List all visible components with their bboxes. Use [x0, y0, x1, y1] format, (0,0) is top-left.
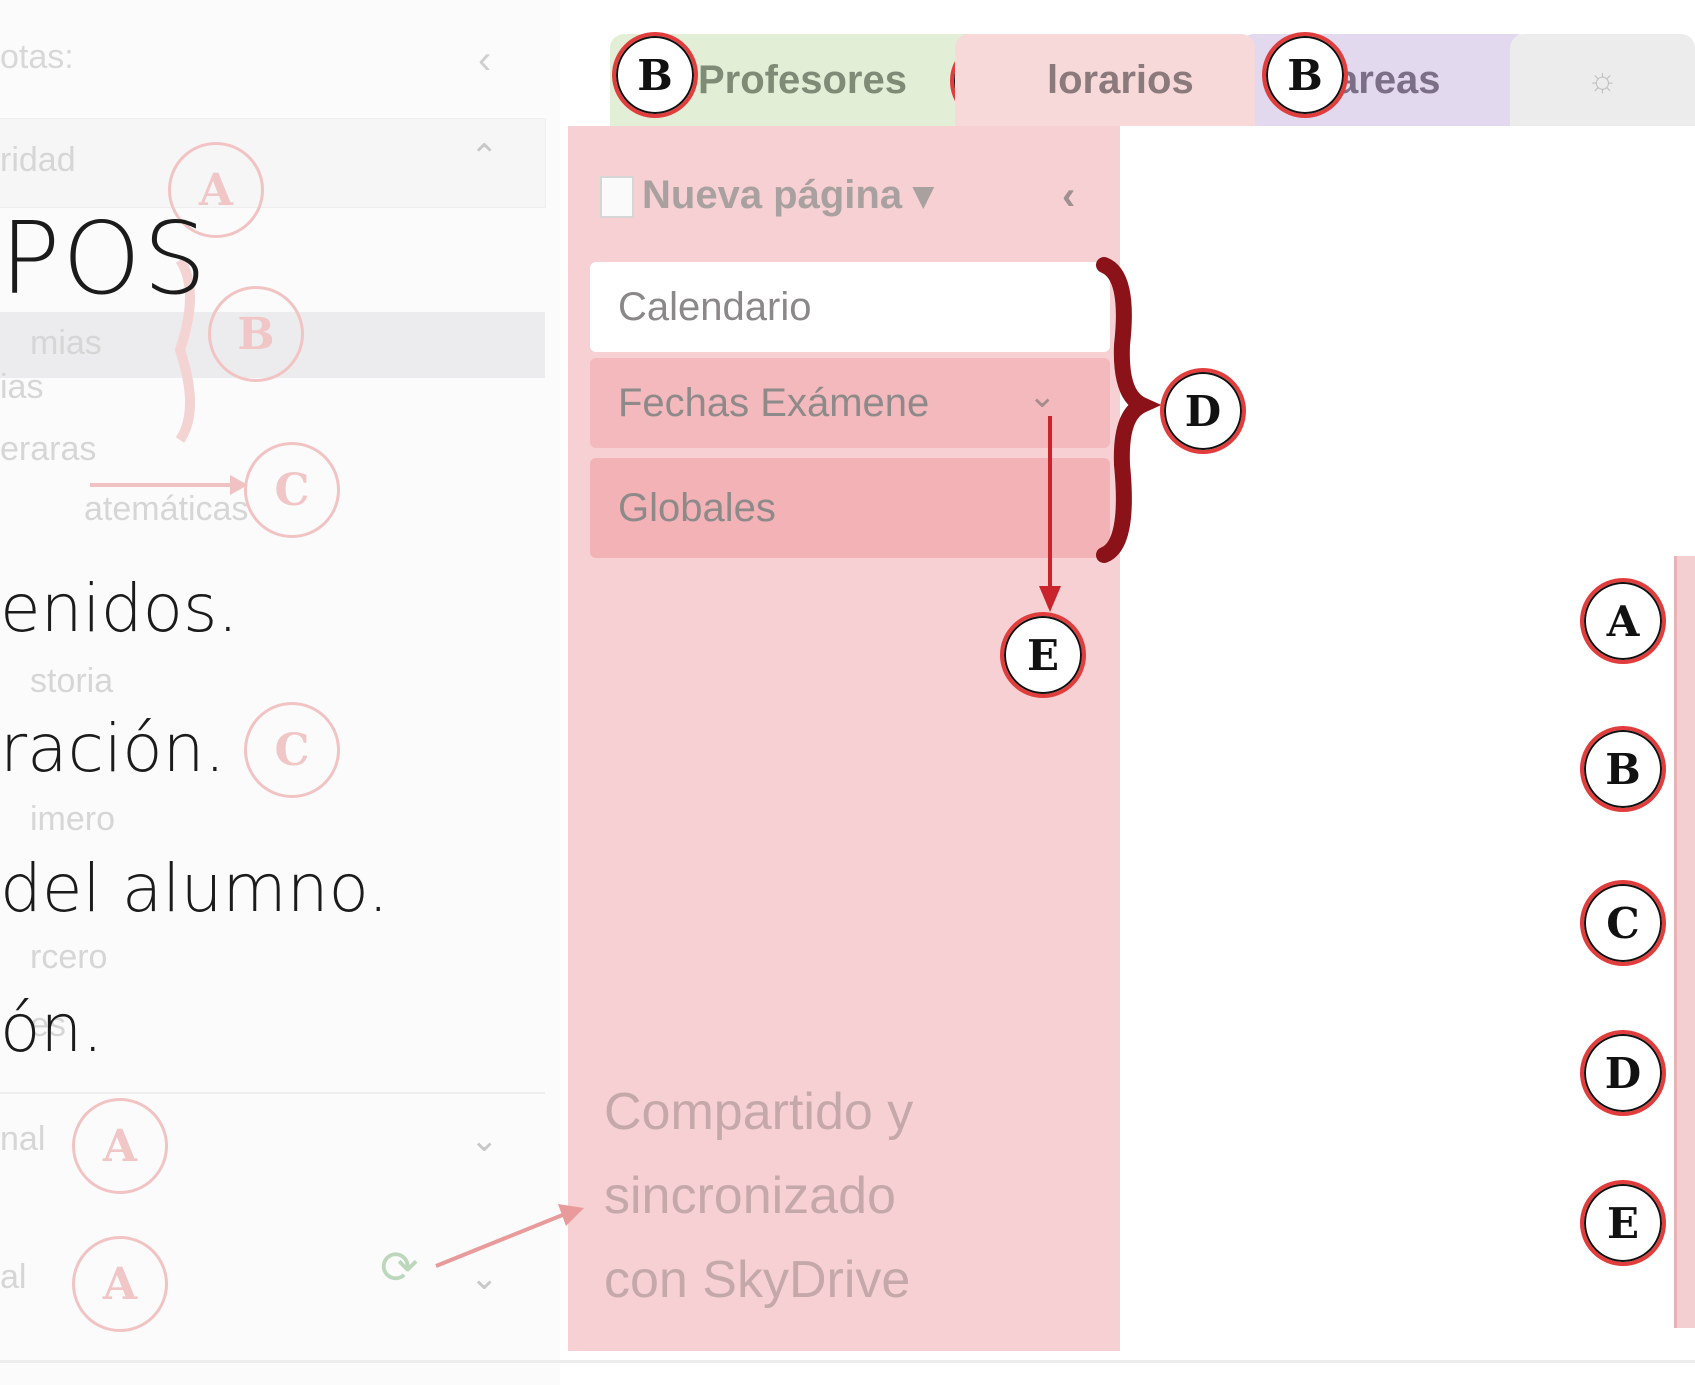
annotation-c-faded: C — [244, 442, 340, 538]
sync-status-line: Compartido y — [604, 1083, 914, 1141]
new-page-label: Nueva página ▾ — [642, 173, 934, 217]
annotation-b-tab: B — [1262, 32, 1348, 118]
legend-strip — [1674, 556, 1695, 1328]
section-name[interactable]: eraras — [0, 430, 96, 469]
section-name[interactable]: storia — [30, 662, 113, 701]
tab-horarios[interactable]: lorarios — [955, 34, 1255, 126]
page-icon — [600, 176, 634, 219]
notebook-name[interactable]: nal — [0, 1120, 45, 1159]
notebook-name[interactable]: al — [0, 1258, 26, 1297]
new-page-button[interactable]: Nueva página ▾ — [600, 172, 934, 219]
slide-bullet-text: ón. — [0, 990, 104, 1067]
bottom-divider — [0, 1360, 1695, 1363]
section-name[interactable]: ias — [0, 368, 43, 407]
page-item-calendario[interactable]: Calendario — [590, 262, 1110, 352]
legend-a: A — [1580, 578, 1666, 664]
page-label: Fechas Exámene — [618, 380, 930, 425]
chevron-down-icon[interactable]: ⌄ — [470, 1120, 499, 1160]
section-name[interactable]: rcero — [30, 938, 107, 977]
section-name: mias — [30, 324, 102, 362]
slide-bullet-text: enidos. — [0, 570, 239, 647]
page-label: Calendario — [618, 284, 812, 329]
annotation-e: E — [1000, 612, 1086, 698]
annotation-b-tab: B — [612, 32, 698, 118]
tab-label: Profesores — [698, 57, 907, 102]
sync-status-line: sincronizado — [604, 1167, 896, 1225]
notebook-pane-header: otas: — [0, 38, 74, 76]
slide-bullet-text: del alumno. — [0, 850, 389, 927]
legend-c: C — [1580, 880, 1666, 966]
tab-label: lorarios — [1047, 57, 1194, 102]
brace-d — [1096, 257, 1162, 563]
arrow-sync — [435, 1204, 584, 1268]
legend-d: D — [1580, 1030, 1666, 1116]
sync-status: Compartido y sincronizado con SkyDrive — [604, 1070, 913, 1322]
section-name: ridad — [0, 141, 76, 179]
slide-bullet-text: ración. — [0, 710, 226, 787]
annotation-a-faded: A — [72, 1098, 168, 1194]
add-section-icon: ☼ — [1586, 60, 1619, 99]
tab-label: areas — [1336, 57, 1441, 102]
annotation-d: D — [1160, 368, 1246, 454]
sync-status-line: con SkyDrive — [604, 1251, 911, 1309]
annotation-a-faded: A — [72, 1236, 168, 1332]
legend-b: B — [1580, 726, 1666, 812]
notebook-section-row[interactable]: ridad ⌃ — [0, 118, 546, 208]
tab-add-section[interactable]: ☼ — [1510, 34, 1695, 126]
collapse-page-list-icon[interactable]: ‹ — [1062, 174, 1075, 219]
collapse-notebook-pane-icon[interactable]: ‹ — [478, 38, 491, 83]
chevron-up-icon[interactable]: ⌃ — [470, 137, 499, 177]
arrow-e — [1039, 416, 1061, 612]
divider — [0, 1092, 545, 1094]
section-name[interactable]: imero — [30, 800, 115, 839]
chevron-down-icon[interactable]: ⌄ — [1028, 376, 1057, 416]
arrow-faded — [90, 475, 248, 495]
page-label: Globales — [618, 485, 776, 530]
slide-title-fragment: POS — [0, 200, 209, 317]
annotation-c-faded: C — [244, 702, 340, 798]
legend-e: E — [1580, 1180, 1666, 1266]
